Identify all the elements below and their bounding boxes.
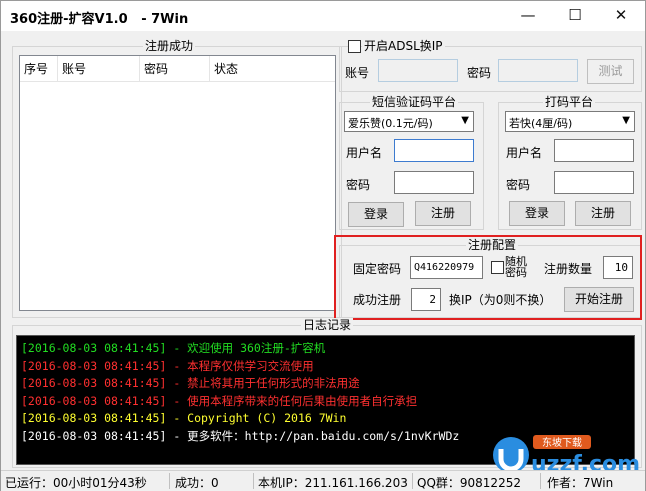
minimize-button[interactable]: — [505, 1, 551, 31]
author-status: 作者：7Win [547, 476, 614, 490]
log-title: 日志记录 [301, 318, 354, 332]
watermark-sub: 东坡下载 [542, 436, 582, 449]
adsl-checkbox-label: 开启ADSL换IP [362, 39, 445, 53]
qq-group-status: QQ群：90812252 [417, 476, 521, 490]
chevron-down-icon: ▼ [461, 115, 469, 126]
sms-username-label: 用户名 [346, 146, 383, 160]
log-line: [2016-08-03 08:41:45] - 欢迎使用 360注册-扩容机 [21, 341, 326, 355]
log-line: [2016-08-03 08:41:45] - 使用本程序带来的任何后果由使用者… [21, 393, 418, 408]
sms-password-input[interactable] [394, 171, 474, 194]
success-status: 成功：0 [175, 476, 219, 490]
success-group-title: 注册成功 [143, 39, 196, 53]
sms-password-label: 密码 [346, 178, 371, 192]
log-line: [2016-08-03 08:41:45] - 本程序仅供学习交流使用 [21, 358, 314, 373]
success-list[interactable]: 序号 账号 密码 状态 [19, 55, 336, 311]
maximize-button[interactable]: ☐ [552, 1, 598, 31]
sms-login-button[interactable]: 登录 [348, 202, 404, 227]
sms-username-input[interactable] [394, 139, 474, 162]
adsl-account-input[interactable] [378, 59, 458, 82]
runtime-status: 已运行：00小时01分43秒 [5, 476, 147, 490]
close-button[interactable]: ✕ [598, 1, 644, 31]
adsl-account-label: 账号 [345, 66, 370, 80]
captcha-password-input[interactable] [554, 171, 634, 194]
captcha-register-button[interactable]: 注册 [575, 201, 631, 226]
column-header-index[interactable]: 序号 [20, 56, 58, 82]
captcha-username-input[interactable] [554, 139, 634, 162]
sms-platform-select[interactable]: 爱乐赞(0.1元/码) ▼ [344, 111, 474, 132]
status-divider [540, 473, 541, 489]
sms-platform-title: 短信验证码平台 [370, 95, 459, 109]
captcha-platform-selected: 若快(4厘/码) [509, 117, 573, 130]
captcha-platform-select[interactable]: 若快(4厘/码) ▼ [505, 111, 635, 132]
column-header-password[interactable]: 密码 [140, 56, 210, 82]
status-divider [169, 473, 170, 489]
status-divider [253, 473, 254, 489]
log-line: [2016-08-03 08:41:45] - Copyright (C) 20… [21, 411, 347, 425]
app-window: 360注册-扩容V1.0 - 7Win — ☐ ✕ 注册成功 序号 账号 密码 … [0, 0, 646, 491]
captcha-password-label: 密码 [506, 178, 531, 192]
captcha-platform-title: 打码平台 [543, 95, 596, 109]
captcha-login-button[interactable]: 登录 [509, 201, 565, 226]
title-bar[interactable]: 360注册-扩容V1.0 - 7Win — ☐ ✕ [1, 1, 645, 31]
adsl-password-input[interactable] [498, 59, 578, 82]
sms-register-button[interactable]: 注册 [415, 201, 471, 226]
adsl-checkbox[interactable] [348, 40, 361, 53]
test-button[interactable]: 测试 [587, 59, 634, 84]
window-title: 360注册-扩容V1.0 - 7Win [10, 12, 189, 27]
column-header-account[interactable]: 账号 [58, 56, 140, 82]
sms-platform-selected: 爱乐赞(0.1元/码) [348, 117, 433, 130]
list-header: 序号 账号 密码 状态 [20, 56, 335, 82]
adsl-password-label: 密码 [467, 66, 492, 80]
captcha-username-label: 用户名 [506, 146, 543, 160]
local-ip-status: 本机IP：211.161.166.203 [258, 476, 408, 490]
highlight-box [334, 235, 642, 320]
column-header-status[interactable]: 状态 [210, 56, 300, 82]
status-bar: 已运行：00小时01分43秒 成功：0 本机IP：211.161.166.203… [1, 470, 645, 491]
chevron-down-icon: ▼ [622, 115, 630, 126]
status-divider [412, 473, 413, 489]
log-line: [2016-08-03 08:41:45] - 禁止将其用于任何形式的非法用途 [21, 376, 360, 390]
